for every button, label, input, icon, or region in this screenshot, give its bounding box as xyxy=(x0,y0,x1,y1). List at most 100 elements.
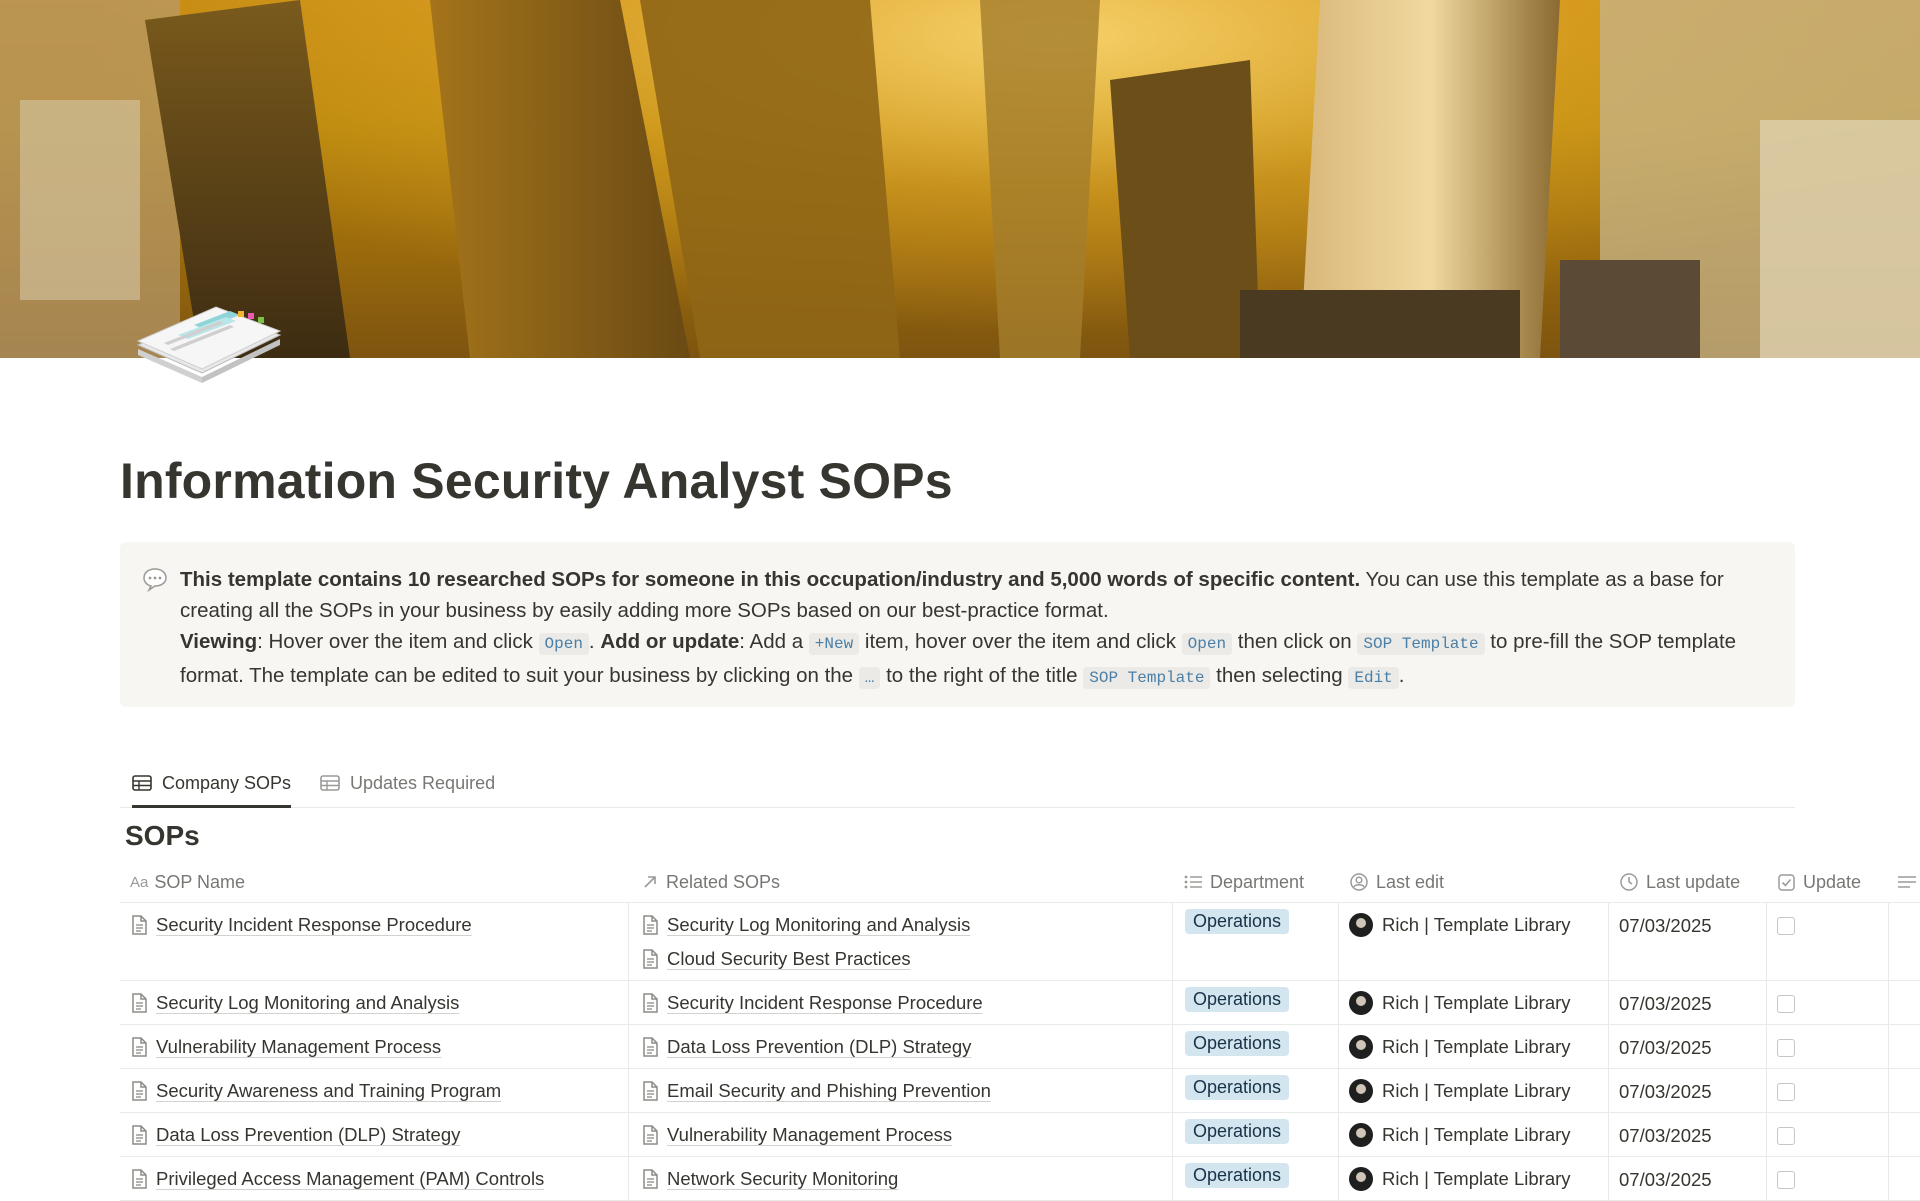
sop-page-link[interactable]: Security Log Monitoring and Analysis xyxy=(130,986,630,1020)
document-icon xyxy=(643,915,658,935)
add-text-1: : Add a xyxy=(739,630,809,653)
editor-name: Rich | Template Library xyxy=(1382,1168,1571,1189)
department-cell[interactable]: Operations xyxy=(1172,903,1338,980)
avatar xyxy=(1349,913,1373,937)
last-update-cell: 07/03/2025 xyxy=(1608,1113,1766,1156)
code-open-2: Open xyxy=(1181,633,1233,655)
column-header-department[interactable]: Department xyxy=(1184,862,1304,902)
last-edit-cell: Rich | Template Library xyxy=(1338,1157,1608,1200)
document-icon xyxy=(132,915,147,935)
table-row[interactable]: Security Incident Response Procedure Secu… xyxy=(120,903,1920,981)
last-update-cell: 07/03/2025 xyxy=(1608,1025,1766,1068)
department-cell[interactable]: Operations xyxy=(1172,1025,1338,1068)
code-new: +New xyxy=(808,633,860,655)
update-cell[interactable] xyxy=(1766,981,1888,1024)
editor: Rich | Template Library xyxy=(1349,1118,1608,1152)
column-header-name[interactable]: Aa SOP Name xyxy=(130,862,245,902)
document-icon xyxy=(132,1169,147,1189)
column-header-update[interactable]: Update xyxy=(1778,862,1861,902)
column-label: Last edit xyxy=(1376,871,1445,892)
update-checkbox[interactable] xyxy=(1777,995,1795,1013)
sop-name-cell[interactable]: Data Loss Prevention (DLP) Strategy xyxy=(130,1113,630,1156)
code-sop-template-2: SOP Template xyxy=(1083,667,1211,689)
sop-page-link[interactable]: Vulnerability Management Process xyxy=(130,1030,630,1064)
update-checkbox[interactable] xyxy=(1777,1039,1795,1057)
update-cell[interactable] xyxy=(1766,1069,1888,1112)
tab-updates-required[interactable]: Updates Required xyxy=(320,760,495,806)
sop-name: Data Loss Prevention (DLP) Strategy xyxy=(156,1124,461,1145)
last-edit-cell: Rich | Template Library xyxy=(1338,1025,1608,1068)
update-cell[interactable] xyxy=(1766,1025,1888,1068)
extra-cell xyxy=(1888,903,1920,980)
sop-name: Privileged Access Management (PAM) Contr… xyxy=(156,1168,545,1189)
document-icon xyxy=(132,1081,147,1101)
sop-name-cell[interactable]: Security Incident Response Procedure xyxy=(130,903,630,980)
code-edit: Edit xyxy=(1348,667,1399,689)
update-checkbox[interactable] xyxy=(1777,917,1795,935)
department-cell[interactable]: Operations xyxy=(1172,1157,1338,1200)
last-update-date: 07/03/2025 xyxy=(1619,1169,1712,1190)
last-edit-cell: Rich | Template Library xyxy=(1338,1069,1608,1112)
update-checkbox[interactable] xyxy=(1777,1083,1795,1101)
document-icon xyxy=(643,993,658,1013)
sop-page-link[interactable]: Privileged Access Management (PAM) Contr… xyxy=(130,1162,630,1196)
table-row[interactable]: Data Loss Prevention (DLP) Strategy Vulne… xyxy=(120,1113,1920,1157)
last-edit-cell: Rich | Template Library xyxy=(1338,981,1608,1024)
table-row[interactable]: Security Log Monitoring and Analysis Secu… xyxy=(120,981,1920,1025)
department-tag: Operations xyxy=(1185,909,1290,934)
add-label: Add or update xyxy=(600,630,740,653)
page-title[interactable]: Information Security Analyst SOPs xyxy=(120,452,953,510)
table-icon xyxy=(132,775,152,791)
column-header-last-update[interactable]: Last update xyxy=(1620,862,1740,902)
info-callout: This template contains 10 researched SOP… xyxy=(120,542,1795,707)
update-cell[interactable] xyxy=(1766,1113,1888,1156)
avatar xyxy=(1349,1035,1373,1059)
column-header-related[interactable]: Related SOPs xyxy=(642,862,780,902)
sop-name: Vulnerability Management Process xyxy=(156,1036,442,1057)
sop-page-link[interactable]: Security Awareness and Training Program xyxy=(130,1074,630,1108)
document-icon xyxy=(643,1037,658,1057)
editor-name: Rich | Template Library xyxy=(1382,914,1571,935)
add-text-3: then click on xyxy=(1232,630,1358,653)
update-checkbox[interactable] xyxy=(1777,1127,1795,1145)
sop-name-cell[interactable]: Security Awareness and Training Program xyxy=(130,1069,630,1112)
document-icon xyxy=(643,1169,658,1189)
table-row[interactable]: Security Awareness and Training Program E… xyxy=(120,1069,1920,1113)
avatar xyxy=(1349,1079,1373,1103)
update-cell[interactable] xyxy=(1766,903,1888,980)
department-cell[interactable]: Operations xyxy=(1172,1113,1338,1156)
department-tag: Operations xyxy=(1185,1119,1290,1144)
department-cell[interactable]: Operations xyxy=(1172,1069,1338,1112)
update-cell[interactable] xyxy=(1766,1157,1888,1200)
database-title[interactable]: SOPs xyxy=(125,820,200,852)
tab-company-sops[interactable]: Company SOPs xyxy=(132,760,292,808)
update-checkbox[interactable] xyxy=(1777,1171,1795,1189)
sop-name-cell[interactable]: Security Log Monitoring and Analysis xyxy=(130,981,630,1024)
column-header-more[interactable] xyxy=(1898,862,1920,902)
code-open: Open xyxy=(538,633,589,655)
extra-cell xyxy=(1888,1025,1920,1068)
department-cell[interactable]: Operations xyxy=(1172,981,1338,1024)
extra-cell xyxy=(1888,1157,1920,1200)
last-edit-cell: Rich | Template Library xyxy=(1338,903,1608,980)
last-update-date: 07/03/2025 xyxy=(1619,915,1712,936)
column-header-last-edit[interactable]: Last edit xyxy=(1350,862,1444,902)
document-icon xyxy=(132,1037,147,1057)
document-icon xyxy=(132,993,147,1013)
last-update-cell: 07/03/2025 xyxy=(1608,981,1766,1024)
sop-page-link[interactable]: Data Loss Prevention (DLP) Strategy xyxy=(130,1118,630,1152)
column-label: Related SOPs xyxy=(666,871,781,892)
related-sop-title: Data Loss Prevention (DLP) Strategy xyxy=(667,1036,972,1057)
table-icon xyxy=(320,775,340,791)
sop-page-link[interactable]: Security Incident Response Procedure xyxy=(130,908,630,942)
avatar xyxy=(1349,991,1373,1015)
page-icon-papers[interactable] xyxy=(134,305,284,385)
department-tag: Operations xyxy=(1185,987,1290,1012)
table-row[interactable]: Vulnerability Management Process Data Los… xyxy=(120,1025,1920,1069)
add-text-5: to the right of the title xyxy=(880,664,1084,687)
tab-label: Company SOPs xyxy=(162,772,292,793)
sop-name-cell[interactable]: Vulnerability Management Process xyxy=(130,1025,630,1068)
sop-name-cell[interactable]: Privileged Access Management (PAM) Contr… xyxy=(130,1157,630,1200)
table-row[interactable]: Privileged Access Management (PAM) Contr… xyxy=(120,1157,1920,1201)
last-update-date: 07/03/2025 xyxy=(1619,993,1712,1014)
